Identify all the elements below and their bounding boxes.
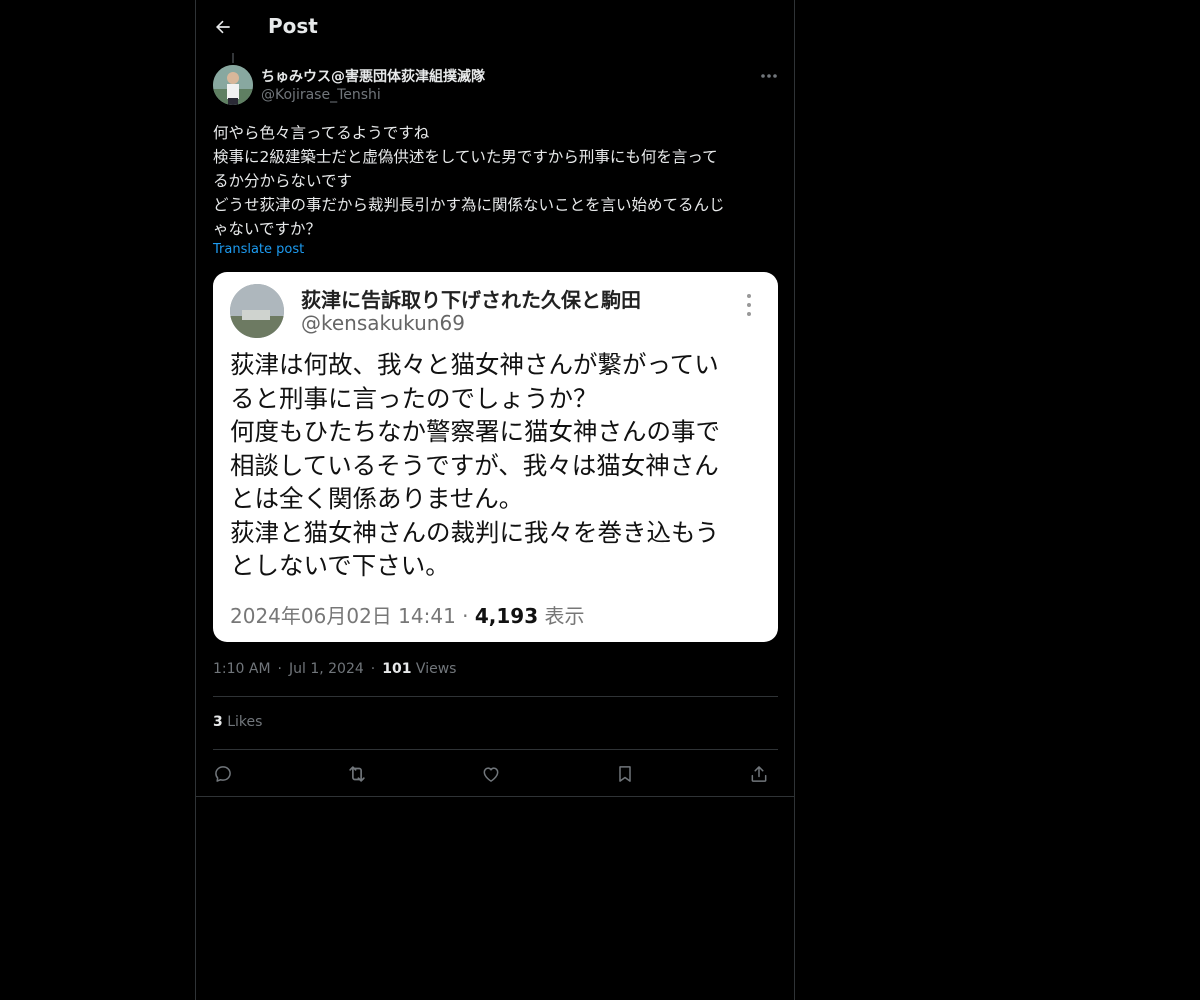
post-meta: 1:10 AM · Jul 1, 2024 · 101 Views <box>213 661 456 677</box>
main-column: Post ちゅみウス@害悪団体荻津組撲滅隊 @Kojirase_Tenshi 何… <box>195 0 795 1000</box>
reply-icon <box>215 766 231 782</box>
reply-button[interactable] <box>209 760 237 788</box>
separator: · <box>277 661 282 677</box>
post-date[interactable]: Jul 1, 2024 <box>289 661 364 677</box>
quoted-avatar-image <box>230 284 284 338</box>
post-line: 検事に2級建築士だと虚偽供述をしていた男ですから刑事にも何を言って <box>213 148 718 166</box>
quoted-text: 荻津は何故、我々と猫女神さんが繋がってい ると刑事に言ったのでしょうか？ 何度も… <box>230 348 765 583</box>
bookmark-button[interactable] <box>611 760 639 788</box>
divider <box>213 749 778 750</box>
post-line: どうせ荻津の事だから裁判長引かす為に関係ないことを言い始めてるんじ <box>213 196 725 214</box>
post-time[interactable]: 1:10 AM <box>213 661 271 677</box>
page-title: Post <box>268 14 318 38</box>
translate-post-link[interactable]: Translate post <box>213 242 304 257</box>
quoted-line: ると刑事に言ったのでしょうか？ <box>230 383 598 413</box>
share-button[interactable] <box>745 760 773 788</box>
post-line: 何やら色々言ってるようですね <box>213 124 430 142</box>
separator: · <box>370 661 376 677</box>
avatar[interactable] <box>213 65 253 105</box>
arrow-left-icon <box>216 20 230 34</box>
repost-icon <box>349 766 365 782</box>
like-button[interactable] <box>477 760 505 788</box>
page-header: Post <box>196 0 794 53</box>
more-icon <box>761 74 777 78</box>
quoted-author-handle: @kensakukun69 <box>301 311 465 335</box>
quoted-line: とは全く関係ありません。 <box>230 484 524 513</box>
heart-icon <box>483 767 499 782</box>
repost-button[interactable] <box>343 760 371 788</box>
quoted-meta: 2024年06月02日 14:41 · 4,193 表示 <box>230 600 585 629</box>
post-text: 何やら色々言ってるようですね 検事に2級建築士だと虚偽供述をしていた男ですから刑… <box>213 121 778 241</box>
back-button[interactable] <box>208 12 238 42</box>
action-bar <box>213 760 778 788</box>
thread-line <box>232 53 234 63</box>
quoted-line: としないで下さい。 <box>230 551 450 580</box>
likes-label: Likes <box>227 714 263 730</box>
quoted-line: 何度もひたちなか警察署に猫女神さんの事で <box>230 417 720 446</box>
bookmark-icon <box>619 766 631 782</box>
quoted-line: 相談しているそうですが、我々は猫女神さん <box>230 450 719 480</box>
author-name[interactable]: ちゅみウス@害悪団体荻津組撲滅隊 <box>261 66 485 86</box>
post-line: ゃないですか？ <box>213 220 322 238</box>
share-icon <box>751 766 767 782</box>
quoted-views-count: 4,193 <box>474 604 539 628</box>
divider <box>196 796 794 797</box>
quoted-line: 荻津は何故、我々と猫女神さんが繋がってい <box>230 350 719 379</box>
more-options-button[interactable] <box>756 66 782 86</box>
post-line: るか分からないです <box>213 172 353 190</box>
views-label: Views <box>415 661 457 677</box>
quoted-author-name: 荻津に告訴取り下げされた久保と駒田 <box>301 288 641 312</box>
author-handle[interactable]: @Kojirase_Tenshi <box>261 87 381 103</box>
divider <box>213 696 778 697</box>
likes-link[interactable]: 3 Likes <box>213 714 262 730</box>
quoted-avatar <box>230 284 284 338</box>
avatar-image <box>213 65 253 105</box>
quoted-datetime: 2024年06月02日 14:41 · <box>230 604 475 628</box>
quoted-more-icon <box>741 294 757 316</box>
quoted-views-label: 表示 <box>538 604 585 628</box>
quoted-line: 荻津と猫女神さんの裁判に我々を巻き込もう <box>230 517 720 547</box>
quoted-post-image[interactable]: 荻津に告訴取り下げされた久保と駒田 @kensakukun69 荻津は何故、我々… <box>213 272 778 642</box>
views-count: 101 <box>382 661 412 677</box>
likes-count: 3 <box>213 714 223 730</box>
